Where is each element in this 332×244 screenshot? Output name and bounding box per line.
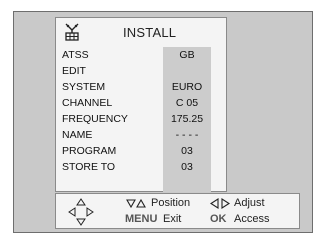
menu-item-frequency[interactable]: FREQUENCY 175.25 [62,111,212,127]
menu-item-value: C 05 [175,97,199,109]
antenna-icon [65,23,79,41]
menu-item-edit[interactable]: EDIT [62,63,212,79]
menu-item-value: 03 [181,161,193,173]
menu-item-value: GB [179,49,195,61]
ok-key: OK [210,213,227,225]
exit-label: Exit [163,213,182,225]
menu-item-label: FREQUENCY [62,113,128,125]
menu-item-value: EURO [171,81,203,93]
position-label: Position [151,197,191,209]
menu-item-value: 175.25 [170,113,204,125]
tv-screen: INSTALL ATSS GB EDIT SYSTEM EURO CHANNEL… [13,11,313,233]
menu-key: MENU [125,213,158,225]
menu-item-label: CHANNEL [62,97,113,109]
access-label: Access [234,213,270,225]
menu-item-atss[interactable]: ATSS GB [62,47,212,63]
menu-item-system[interactable]: SYSTEM EURO [62,79,212,95]
menu-item-channel[interactable]: CHANNEL C 05 [62,95,212,111]
menu-item-program[interactable]: PROGRAM 03 [62,143,212,159]
menu-item-value: 03 [181,145,193,157]
help-bar: Position Adjust MENU Exit OK Access [55,193,300,229]
menu-header: INSTALL [56,18,226,44]
install-menu-panel: INSTALL ATSS GB EDIT SYSTEM EURO CHANNEL… [55,17,227,192]
menu-item-label: ATSS [62,49,89,61]
left-right-arrows-icon [210,198,230,209]
menu-item-store-to[interactable]: STORE TO 03 [62,159,212,175]
menu-item-label: PROGRAM [62,145,117,157]
menu-item-label: NAME [62,129,93,141]
menu-item-value: - - - - [175,129,199,141]
dpad-icon [68,198,94,226]
menu-item-label: STORE TO [62,161,116,173]
up-down-arrows-icon [126,198,146,209]
menu-title: INSTALL [123,25,177,40]
adjust-label: Adjust [234,197,265,209]
menu-item-label: EDIT [62,65,86,77]
menu-item-name[interactable]: NAME - - - - [62,127,212,143]
menu-item-label: SYSTEM [62,81,106,93]
